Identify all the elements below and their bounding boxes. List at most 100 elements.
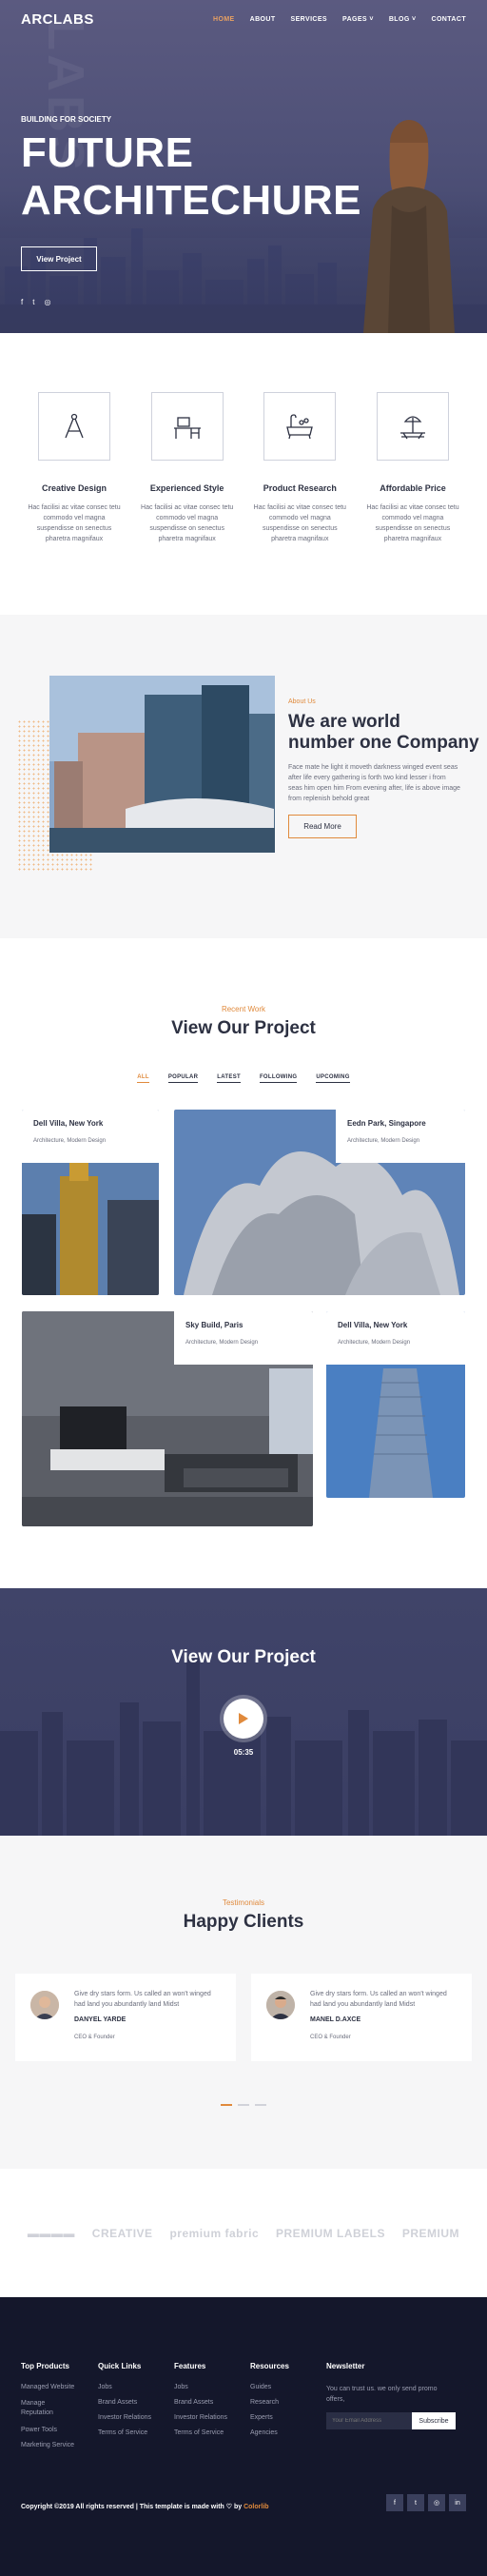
project-card[interactable]: Eedn Park, Singapore Architecture, Moder… [174,1110,465,1295]
twitter-icon[interactable]: t [32,298,34,306]
footer-link[interactable]: Jobs [174,2384,227,2390]
feature-title: Experienced Style [149,483,224,493]
instagram-icon[interactable]: ◎ [44,298,50,306]
nav-menu: HOME ABOUT SERVICES PAGES ˅ BLOG ˅ CONTA… [213,16,466,23]
footer-link[interactable]: Managed Website [21,2384,78,2390]
testimonials-title: Happy Clients [183,1912,304,1932]
about-building-image [49,676,275,853]
hero-social-links: f t ◎ [21,298,50,306]
video-title: View Our Project [171,1647,316,1667]
testimonial-text: Give dry stars form. Us called an won't … [74,1991,211,2008]
copyright: Copyright ©2019 All rights reserved | Th… [21,2503,269,2510]
colorlib-link[interactable]: Colorlib [244,2504,268,2510]
footer-link[interactable]: Marketing Service [21,2442,78,2448]
about-title-line2: number one Company [288,733,479,753]
testimonials-kicker: Testimonials [222,1898,264,1907]
compass-icon [38,392,110,461]
projects-section: Recent Work View Our Project ALL POPULAR… [0,938,487,1588]
feature-card: Product Research Hac facilisi ac vitae c… [252,392,347,615]
about-kicker: About Us [288,698,316,705]
subscribe-button[interactable]: Subscribe [412,2412,456,2429]
project-card[interactable]: Dell Villa, New York Architecture, Moder… [22,1110,159,1295]
facebook-icon[interactable]: f [386,2494,403,2511]
footer-link[interactable]: Terms of Service [98,2429,151,2436]
avatar [30,1991,59,2019]
about-text: Face mate he light it moveth darkness wi… [288,764,460,802]
site-logo[interactable]: ARCLABS [21,11,94,28]
copyright-text: Copyright ©2019 All rights reserved | Th… [21,2504,244,2510]
footer-link[interactable]: Agencies [250,2429,289,2436]
carousel-dot[interactable] [221,2104,232,2106]
filter-latest[interactable]: LATEST [217,1074,241,1083]
filter-upcoming[interactable]: UPCOMING [316,1074,350,1083]
project-title: Sky Build, Paris [185,1321,244,1329]
view-project-button[interactable]: View Project [21,246,97,271]
carousel-pagination [0,2104,487,2106]
carousel-dot[interactable] [255,2104,266,2106]
read-more-button[interactable]: Read More [288,815,357,838]
features-section: Creative Design Hac facilisi ac vitae co… [0,333,487,615]
twitter-icon[interactable]: t [407,2494,424,2511]
footer: Top Products Managed Website Manage Repu… [0,2297,487,2576]
footer-link[interactable]: Brand Assets [98,2399,151,2406]
project-card[interactable]: Sky Build, Paris Architecture, Modern De… [22,1311,313,1526]
footer-heading: Newsletter [326,2362,365,2370]
nav-item-home[interactable]: HOME [213,16,235,23]
newsletter-text: You can trust us. we only send promo off… [326,2386,438,2403]
brand-logo: PREMIUM [401,2226,460,2240]
filter-popular[interactable]: POPULAR [167,1074,199,1083]
video-duration: 05:35 [233,1748,254,1757]
testimonial-text: Give dry stars form. Us called an won't … [310,1991,447,2008]
footer-link[interactable]: Investor Relations [174,2414,227,2421]
project-label: Sky Build, Paris Architecture, Modern De… [174,1311,313,1365]
filter-following[interactable]: FOLLOWING [259,1074,298,1083]
footer-link[interactable]: Experts [250,2414,289,2421]
feature-card: Affordable Price Hac facilisi ac vitae c… [365,392,460,615]
feature-title: Product Research [263,483,337,493]
brand-logo: ▬▬▬▬ [27,2226,75,2240]
project-label: Eedn Park, Singapore Architecture, Moder… [336,1110,465,1163]
testimonial-card: Give dry stars form. Us called an won't … [251,1974,472,2061]
nav-item-pages[interactable]: PAGES ˅ [342,16,374,23]
footer-column-resources: Resources Guides Research Experts Agenci… [250,2362,289,2445]
linkedin-icon[interactable]: in [449,2494,466,2511]
footer-link[interactable]: Terms of Service [174,2429,227,2436]
about-section: About Us We are world number one Company… [0,615,487,938]
footer-link[interactable]: Brand Assets [174,2399,227,2406]
avatar [266,1991,295,2019]
project-filters: ALL POPULAR LATEST FOLLOWING UPCOMING [0,1074,487,1083]
footer-link[interactable]: Investor Relations [98,2414,151,2421]
filter-all[interactable]: ALL [137,1074,149,1083]
facebook-icon[interactable]: f [21,298,23,306]
footer-link[interactable]: Manage Reputation [21,2399,78,2418]
hero-title-line2: ARCHITECHURE [21,177,361,224]
footer-link[interactable]: Jobs [98,2384,151,2390]
nav-item-services[interactable]: SERVICES [291,16,327,23]
play-button[interactable] [224,1699,263,1739]
footer-link[interactable]: Guides [250,2384,289,2390]
nav-item-about[interactable]: ABOUT [250,16,276,23]
project-title: Dell Villa, New York [33,1119,104,1128]
footer-column-features: Features Jobs Brand Assets Investor Rela… [174,2362,227,2445]
feature-text: Hac facilisi ac vitae consec tetu commod… [28,504,121,542]
carousel-dot[interactable] [238,2104,249,2106]
project-card[interactable]: Dell Villa, New York Architecture, Moder… [326,1311,465,1498]
instagram-icon[interactable]: ◎ [428,2494,445,2511]
sunbed-icon [376,392,449,461]
footer-heading: Features [174,2362,206,2370]
footer-link[interactable]: Power Tools [21,2427,78,2433]
testimonial-name: MANEL D.AXCE [310,2016,361,2023]
footer-heading: Top Products [21,2362,69,2370]
nav-item-contact[interactable]: CONTACT [432,16,467,23]
feature-card: Creative Design Hac facilisi ac vitae co… [27,392,122,615]
footer-link[interactable]: Research [250,2399,289,2406]
project-title: Eedn Park, Singapore [347,1119,426,1128]
hero-kicker: BUILDING FOR SOCIETY [21,115,112,124]
footer-social-links: f t ◎ in [386,2494,466,2511]
nav-item-blog[interactable]: BLOG ˅ [389,16,417,23]
projects-title: View Our Project [171,1018,316,1038]
projects-kicker: Recent Work [221,1005,266,1013]
email-field[interactable] [326,2412,412,2429]
testimonials-section: Testimonials Happy Clients Give dry star… [0,1836,487,2169]
feature-title: Creative Design [41,483,107,493]
